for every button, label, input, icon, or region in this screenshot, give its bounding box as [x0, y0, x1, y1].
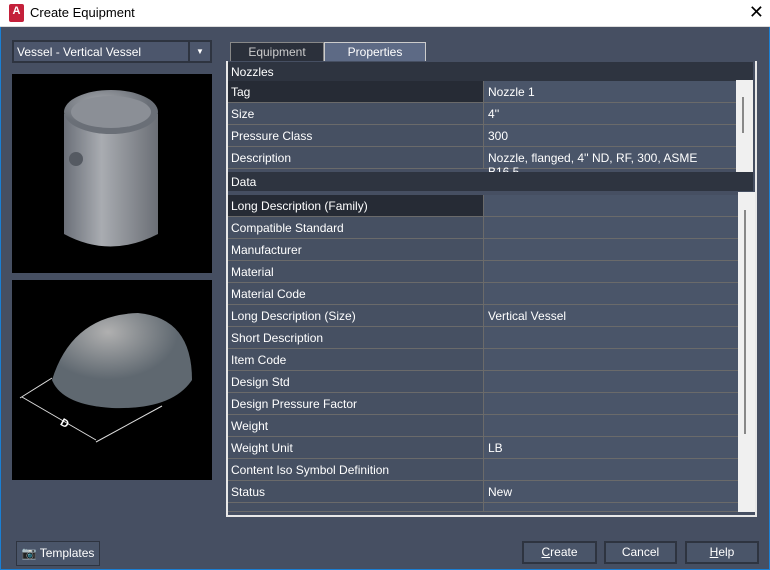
nozzle-row-pressure-class[interactable]: Pressure Class 300 [228, 125, 736, 147]
nozzle-row-size[interactable]: Size 4'' [228, 103, 736, 125]
nozzles-scrollbar[interactable] [736, 80, 753, 172]
row-label: Long Description (Size) [228, 305, 484, 326]
head-dimension-preview: D [12, 280, 212, 480]
tab-equipment[interactable]: Equipment [230, 42, 324, 62]
row-label: Design Pressure Factor [228, 393, 484, 414]
row-value[interactable] [484, 393, 738, 414]
create-label: reate [550, 545, 578, 559]
data-row[interactable]: Design Pressure Factor [228, 393, 738, 415]
row-label: Short Description [228, 327, 484, 348]
help-button[interactable]: Help [685, 541, 759, 564]
row-value[interactable]: Nozzle 1 [484, 81, 736, 102]
nozzles-section-header: Nozzles [228, 62, 753, 81]
data-row[interactable]: Weight [228, 415, 738, 437]
equipment-type-dropdown[interactable]: Vessel - Vertical Vessel ▼ [12, 40, 212, 63]
row-label: Long Description (Family) [228, 195, 484, 216]
data-row[interactable]: Item Code [228, 349, 738, 371]
help-label: elp [718, 545, 735, 559]
templates-label: Templates [39, 546, 95, 560]
row-label: Pressure Class [228, 125, 484, 146]
title-bar: A Create Equipment ✕ [0, 0, 770, 27]
camera-icon: 📷 [21, 546, 37, 560]
data-row[interactable]: Content Iso Symbol Definition [228, 459, 738, 481]
properties-grid: Nozzles Tag Nozzle 1 Size 4'' Pressure Cla… [226, 61, 757, 517]
row-label: Compatible Standard [228, 217, 484, 238]
row-value[interactable]: 4'' [484, 103, 736, 124]
tab-properties[interactable]: Properties [324, 42, 426, 62]
row-label: Size [228, 103, 484, 124]
window-title: Create Equipment [30, 5, 135, 20]
row-label: Tag [228, 81, 484, 102]
templates-button[interactable]: 📷 Templates [16, 541, 100, 566]
data-section-header: Data [228, 172, 753, 191]
row-label: Weight [228, 415, 484, 436]
row-label: Status [228, 481, 484, 502]
data-row[interactable]: Manufacturer [228, 239, 738, 261]
row-value[interactable]: New [484, 481, 738, 502]
equipment-type-value: Vessel - Vertical Vessel [17, 45, 142, 59]
create-button[interactable]: Create [522, 541, 597, 564]
row-value[interactable] [484, 283, 738, 304]
chevron-down-icon[interactable]: ▼ [188, 42, 210, 61]
data-row[interactable]: Long Description (Family) [228, 195, 738, 217]
vessel-3d-preview [12, 74, 212, 273]
create-mnemonic: C [541, 545, 551, 559]
row-value[interactable] [484, 415, 738, 436]
row-value[interactable] [484, 327, 738, 348]
row-value[interactable] [484, 217, 738, 238]
row-value[interactable]: 300 [484, 125, 736, 146]
app-icon: A [9, 4, 24, 22]
row-label: Material [228, 261, 484, 282]
row-value[interactable] [484, 261, 738, 282]
nozzle-row-description[interactable]: Description Nozzle, flanged, 4'' ND, RF, … [228, 147, 736, 179]
data-row[interactable]: Status New [228, 481, 738, 503]
close-button[interactable]: ✕ [749, 2, 764, 23]
nozzle-row-tag[interactable]: Tag Nozzle 1 [228, 81, 736, 103]
row-value[interactable] [484, 459, 738, 480]
row-value[interactable]: Nozzle, flanged, 4'' ND, RF, 300, ASME B… [484, 147, 736, 179]
data-row[interactable]: Material [228, 261, 738, 283]
data-row[interactable]: Design Std [228, 371, 738, 393]
data-row-partial[interactable] [228, 503, 738, 512]
cancel-button[interactable]: Cancel [604, 541, 677, 564]
row-label: Description [228, 147, 484, 168]
row-label: Item Code [228, 349, 484, 370]
data-row[interactable]: Weight Unit LB [228, 437, 738, 459]
data-row[interactable]: Material Code [228, 283, 738, 305]
row-value[interactable] [484, 239, 738, 260]
row-label: Manufacturer [228, 239, 484, 260]
row-label: Weight Unit [228, 437, 484, 458]
data-row[interactable]: Short Description [228, 327, 738, 349]
data-row[interactable]: Long Description (Size) Vertical Vessel [228, 305, 738, 327]
row-value[interactable] [484, 371, 738, 392]
row-value[interactable]: LB [484, 437, 738, 458]
row-value[interactable] [484, 349, 738, 370]
row-label: Material Code [228, 283, 484, 304]
row-value[interactable] [484, 195, 738, 216]
row-label: Design Std [228, 371, 484, 392]
data-row[interactable]: Compatible Standard [228, 217, 738, 239]
data-scrollbar[interactable] [738, 192, 755, 512]
row-value[interactable]: Vertical Vessel [484, 305, 738, 326]
row-label: Content Iso Symbol Definition [228, 459, 484, 480]
